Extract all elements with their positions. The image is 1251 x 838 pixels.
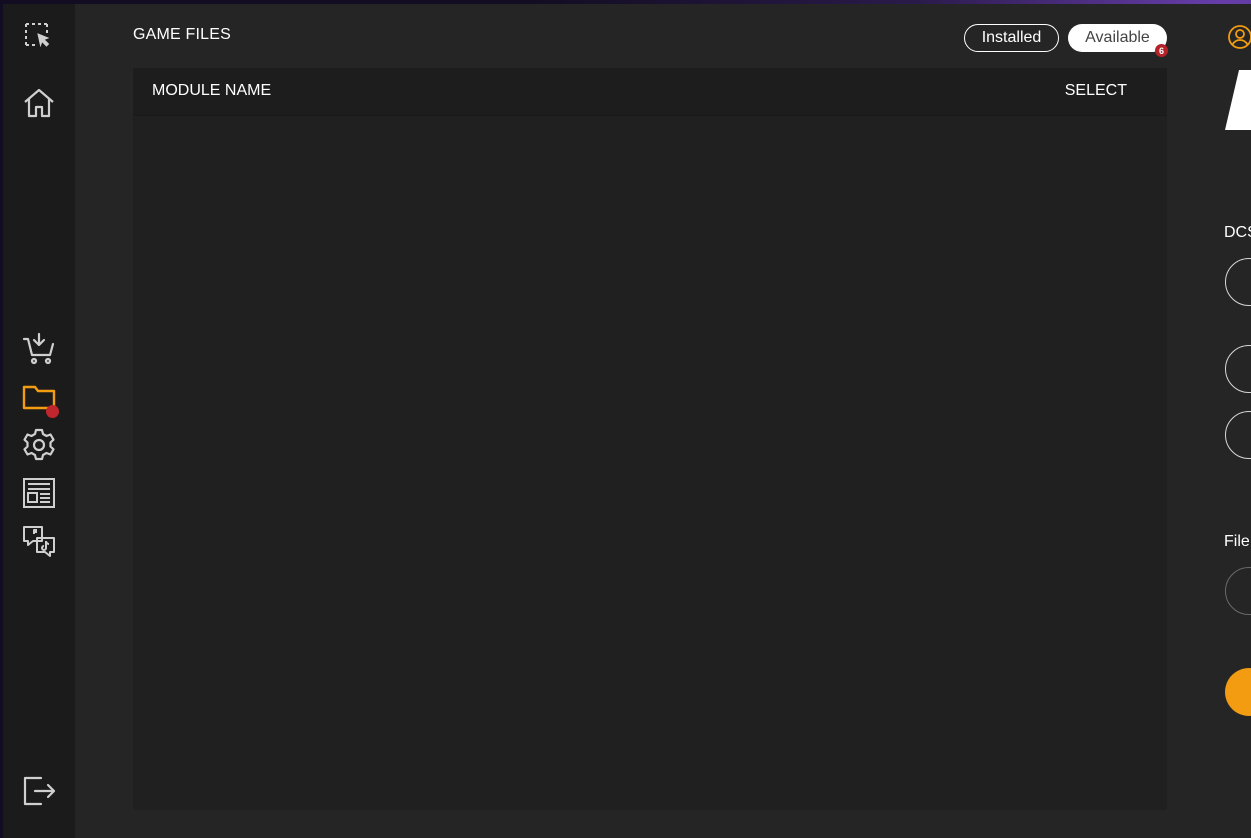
tab-available-label: Available bbox=[1085, 29, 1150, 46]
module-table: MODULE NAME SELECT bbox=[133, 68, 1167, 810]
select-tool-icon[interactable] bbox=[20, 18, 58, 56]
page-title: GAME FILES bbox=[133, 26, 232, 43]
folder-icon[interactable] bbox=[20, 378, 59, 418]
section-label-dcs: DCS bbox=[1224, 224, 1251, 241]
option-circle[interactable] bbox=[1225, 345, 1251, 393]
tab-available[interactable]: Available 6 bbox=[1068, 24, 1168, 57]
sidebar bbox=[3, 4, 75, 838]
column-header-select: SELECT bbox=[1064, 82, 1127, 99]
right-panel: DCS File bbox=[1215, 4, 1251, 838]
notification-dot bbox=[46, 405, 59, 418]
option-circle[interactable] bbox=[1225, 258, 1251, 306]
available-count-badge: 6 bbox=[1155, 44, 1168, 57]
logo-fragment bbox=[1225, 68, 1251, 132]
logout-icon[interactable] bbox=[20, 772, 58, 810]
social-chat-icon[interactable] bbox=[20, 522, 58, 560]
news-icon[interactable] bbox=[20, 474, 58, 512]
tab-installed[interactable]: Installed bbox=[964, 24, 1059, 52]
app-window: GAME FILES Installed Available 6 MODULE … bbox=[3, 4, 1251, 838]
user-profile-icon[interactable] bbox=[1227, 24, 1251, 50]
settings-icon[interactable] bbox=[20, 426, 58, 464]
section-label-file: File bbox=[1224, 533, 1250, 550]
table-header: MODULE NAME SELECT bbox=[133, 68, 1167, 116]
option-circle[interactable] bbox=[1225, 411, 1251, 459]
action-button[interactable] bbox=[1225, 668, 1251, 716]
column-header-module-name: MODULE NAME bbox=[152, 82, 272, 99]
tab-installed-label: Installed bbox=[981, 29, 1042, 46]
home-icon[interactable] bbox=[20, 84, 58, 122]
option-circle[interactable] bbox=[1225, 567, 1251, 615]
download-cart-icon[interactable] bbox=[20, 330, 58, 368]
